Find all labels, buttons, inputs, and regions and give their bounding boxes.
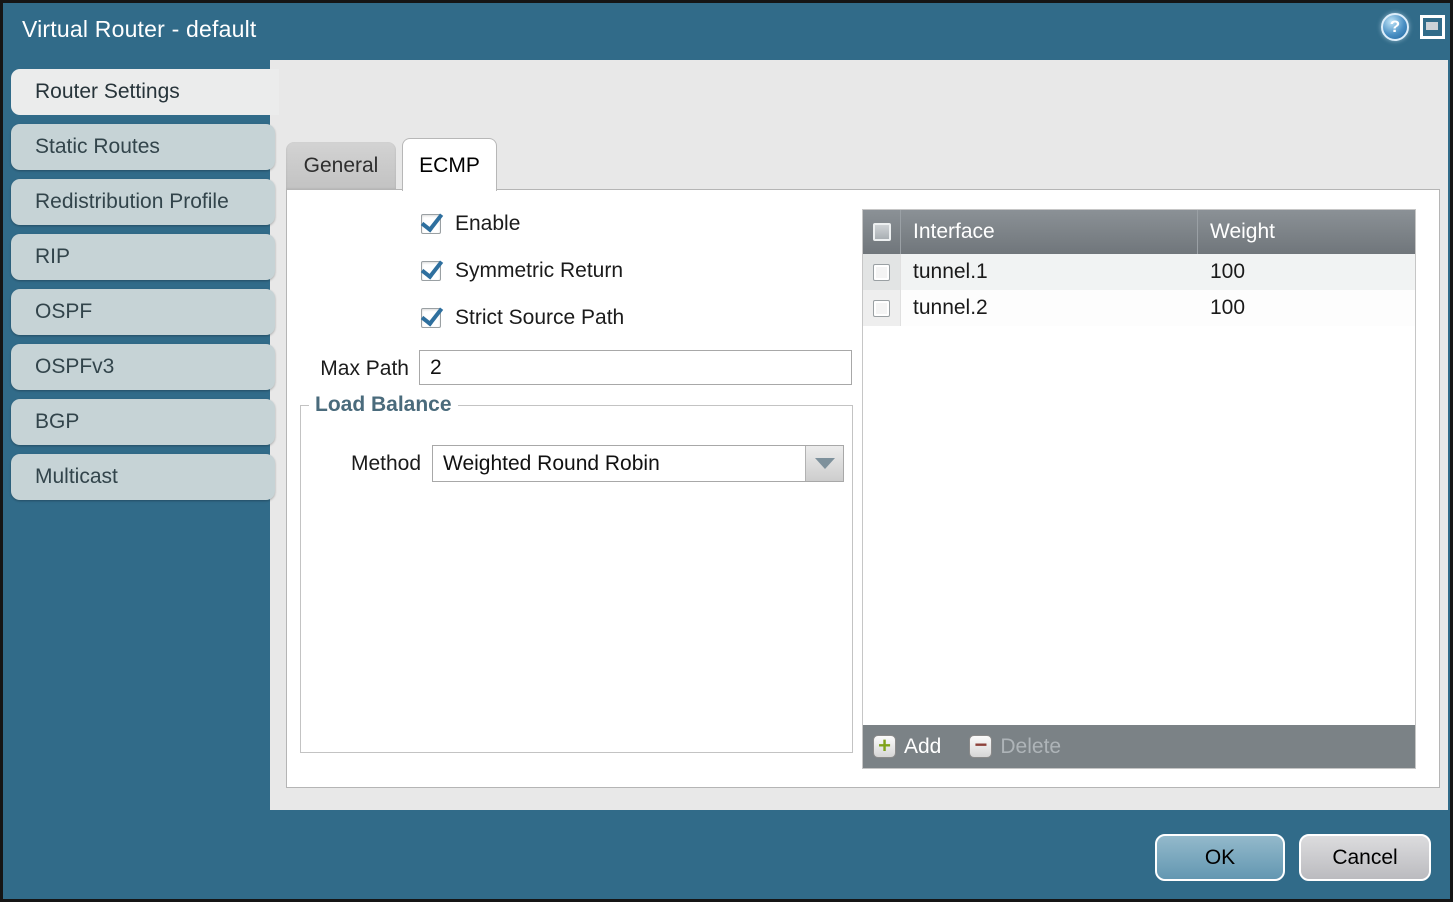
checkbox[interactable] xyxy=(421,214,441,234)
table-row[interactable]: tunnel.1 100 xyxy=(863,254,1415,290)
checkbox-row: Enable xyxy=(421,214,624,234)
max-path-input[interactable] xyxy=(419,350,852,385)
sidebar-item[interactable]: OSPF xyxy=(11,289,275,335)
help-icon[interactable]: ? xyxy=(1381,13,1409,41)
row-checkbox-cell xyxy=(863,254,901,290)
delete-label: Delete xyxy=(1000,735,1061,759)
add-label: Add xyxy=(904,735,941,759)
method-dropdown[interactable]: Weighted Round Robin xyxy=(432,445,844,482)
row-checkbox-cell xyxy=(863,290,901,326)
cell-weight: 100 xyxy=(1198,290,1415,326)
table-footer: + Add − Delete xyxy=(863,725,1415,768)
add-plus-icon: + xyxy=(873,735,896,758)
chevron-down-icon xyxy=(815,458,835,469)
virtual-router-dialog: Virtual Router - default ? Router Settin… xyxy=(0,0,1453,902)
cell-interface: tunnel.2 xyxy=(901,290,1198,326)
ecmp-interface-table: Interface Weight tunnel.1 100 xyxy=(862,209,1416,769)
method-label: Method xyxy=(301,452,421,476)
title-bar: Virtual Router - default ? xyxy=(3,3,1450,60)
delete-button[interactable]: − Delete xyxy=(969,735,1061,759)
cell-interface: tunnel.1 xyxy=(901,254,1198,290)
add-button[interactable]: + Add xyxy=(873,735,941,759)
table-row[interactable]: tunnel.2 100 xyxy=(863,290,1415,326)
cancel-button[interactable]: Cancel xyxy=(1299,834,1431,881)
ok-button[interactable]: OK xyxy=(1155,834,1285,881)
sidebar-item[interactable]: BGP xyxy=(11,399,275,445)
tab-ecmp[interactable]: ECMP xyxy=(402,138,497,191)
sidebar-item[interactable]: OSPFv3 xyxy=(11,344,275,390)
cell-weight: 100 xyxy=(1198,254,1415,290)
max-path-label: Max Path xyxy=(305,357,409,381)
checkbox[interactable] xyxy=(421,308,441,328)
checkbox-row: Symmetric Return xyxy=(421,261,624,281)
table-body: tunnel.1 100 tunnel.2 100 xyxy=(863,254,1415,326)
checkbox-label: Strict Source Path xyxy=(441,306,624,330)
select-all-checkbox[interactable] xyxy=(873,223,891,241)
row-checkbox[interactable] xyxy=(873,300,890,317)
ecmp-checkbox-group: Enable Symmetric Return Strict Source Pa… xyxy=(421,214,624,355)
checkbox[interactable] xyxy=(421,261,441,281)
table-header: Interface Weight xyxy=(863,210,1415,254)
dialog-title: Virtual Router - default xyxy=(22,16,257,43)
tab-general[interactable]: General xyxy=(286,142,396,190)
load-balance-legend: Load Balance xyxy=(309,393,458,417)
sidebar-item[interactable]: Router Settings xyxy=(11,69,279,115)
sidebar-item[interactable]: Redistribution Profile xyxy=(11,179,275,225)
sidebar-item[interactable]: Multicast xyxy=(11,454,275,500)
load-balance-fieldset: Load Balance Method Weighted Round Robin xyxy=(300,393,853,753)
sidebar-item[interactable]: RIP xyxy=(11,234,275,280)
checkbox-label: Enable xyxy=(441,212,520,236)
window-restore-icon[interactable] xyxy=(1420,15,1445,39)
checkbox-label: Symmetric Return xyxy=(441,259,623,283)
sidebar-item[interactable]: Static Routes xyxy=(11,124,275,170)
dropdown-button[interactable] xyxy=(805,446,843,481)
method-value: Weighted Round Robin xyxy=(433,446,805,481)
row-checkbox[interactable] xyxy=(873,264,890,281)
header-checkbox-cell xyxy=(863,210,901,254)
ecmp-panel: Enable Symmetric Return Strict Source Pa… xyxy=(286,189,1440,788)
column-header-interface[interactable]: Interface xyxy=(901,210,1198,254)
delete-minus-icon: − xyxy=(969,735,992,758)
checkbox-row: Strict Source Path xyxy=(421,308,624,328)
column-header-weight[interactable]: Weight xyxy=(1198,210,1415,254)
